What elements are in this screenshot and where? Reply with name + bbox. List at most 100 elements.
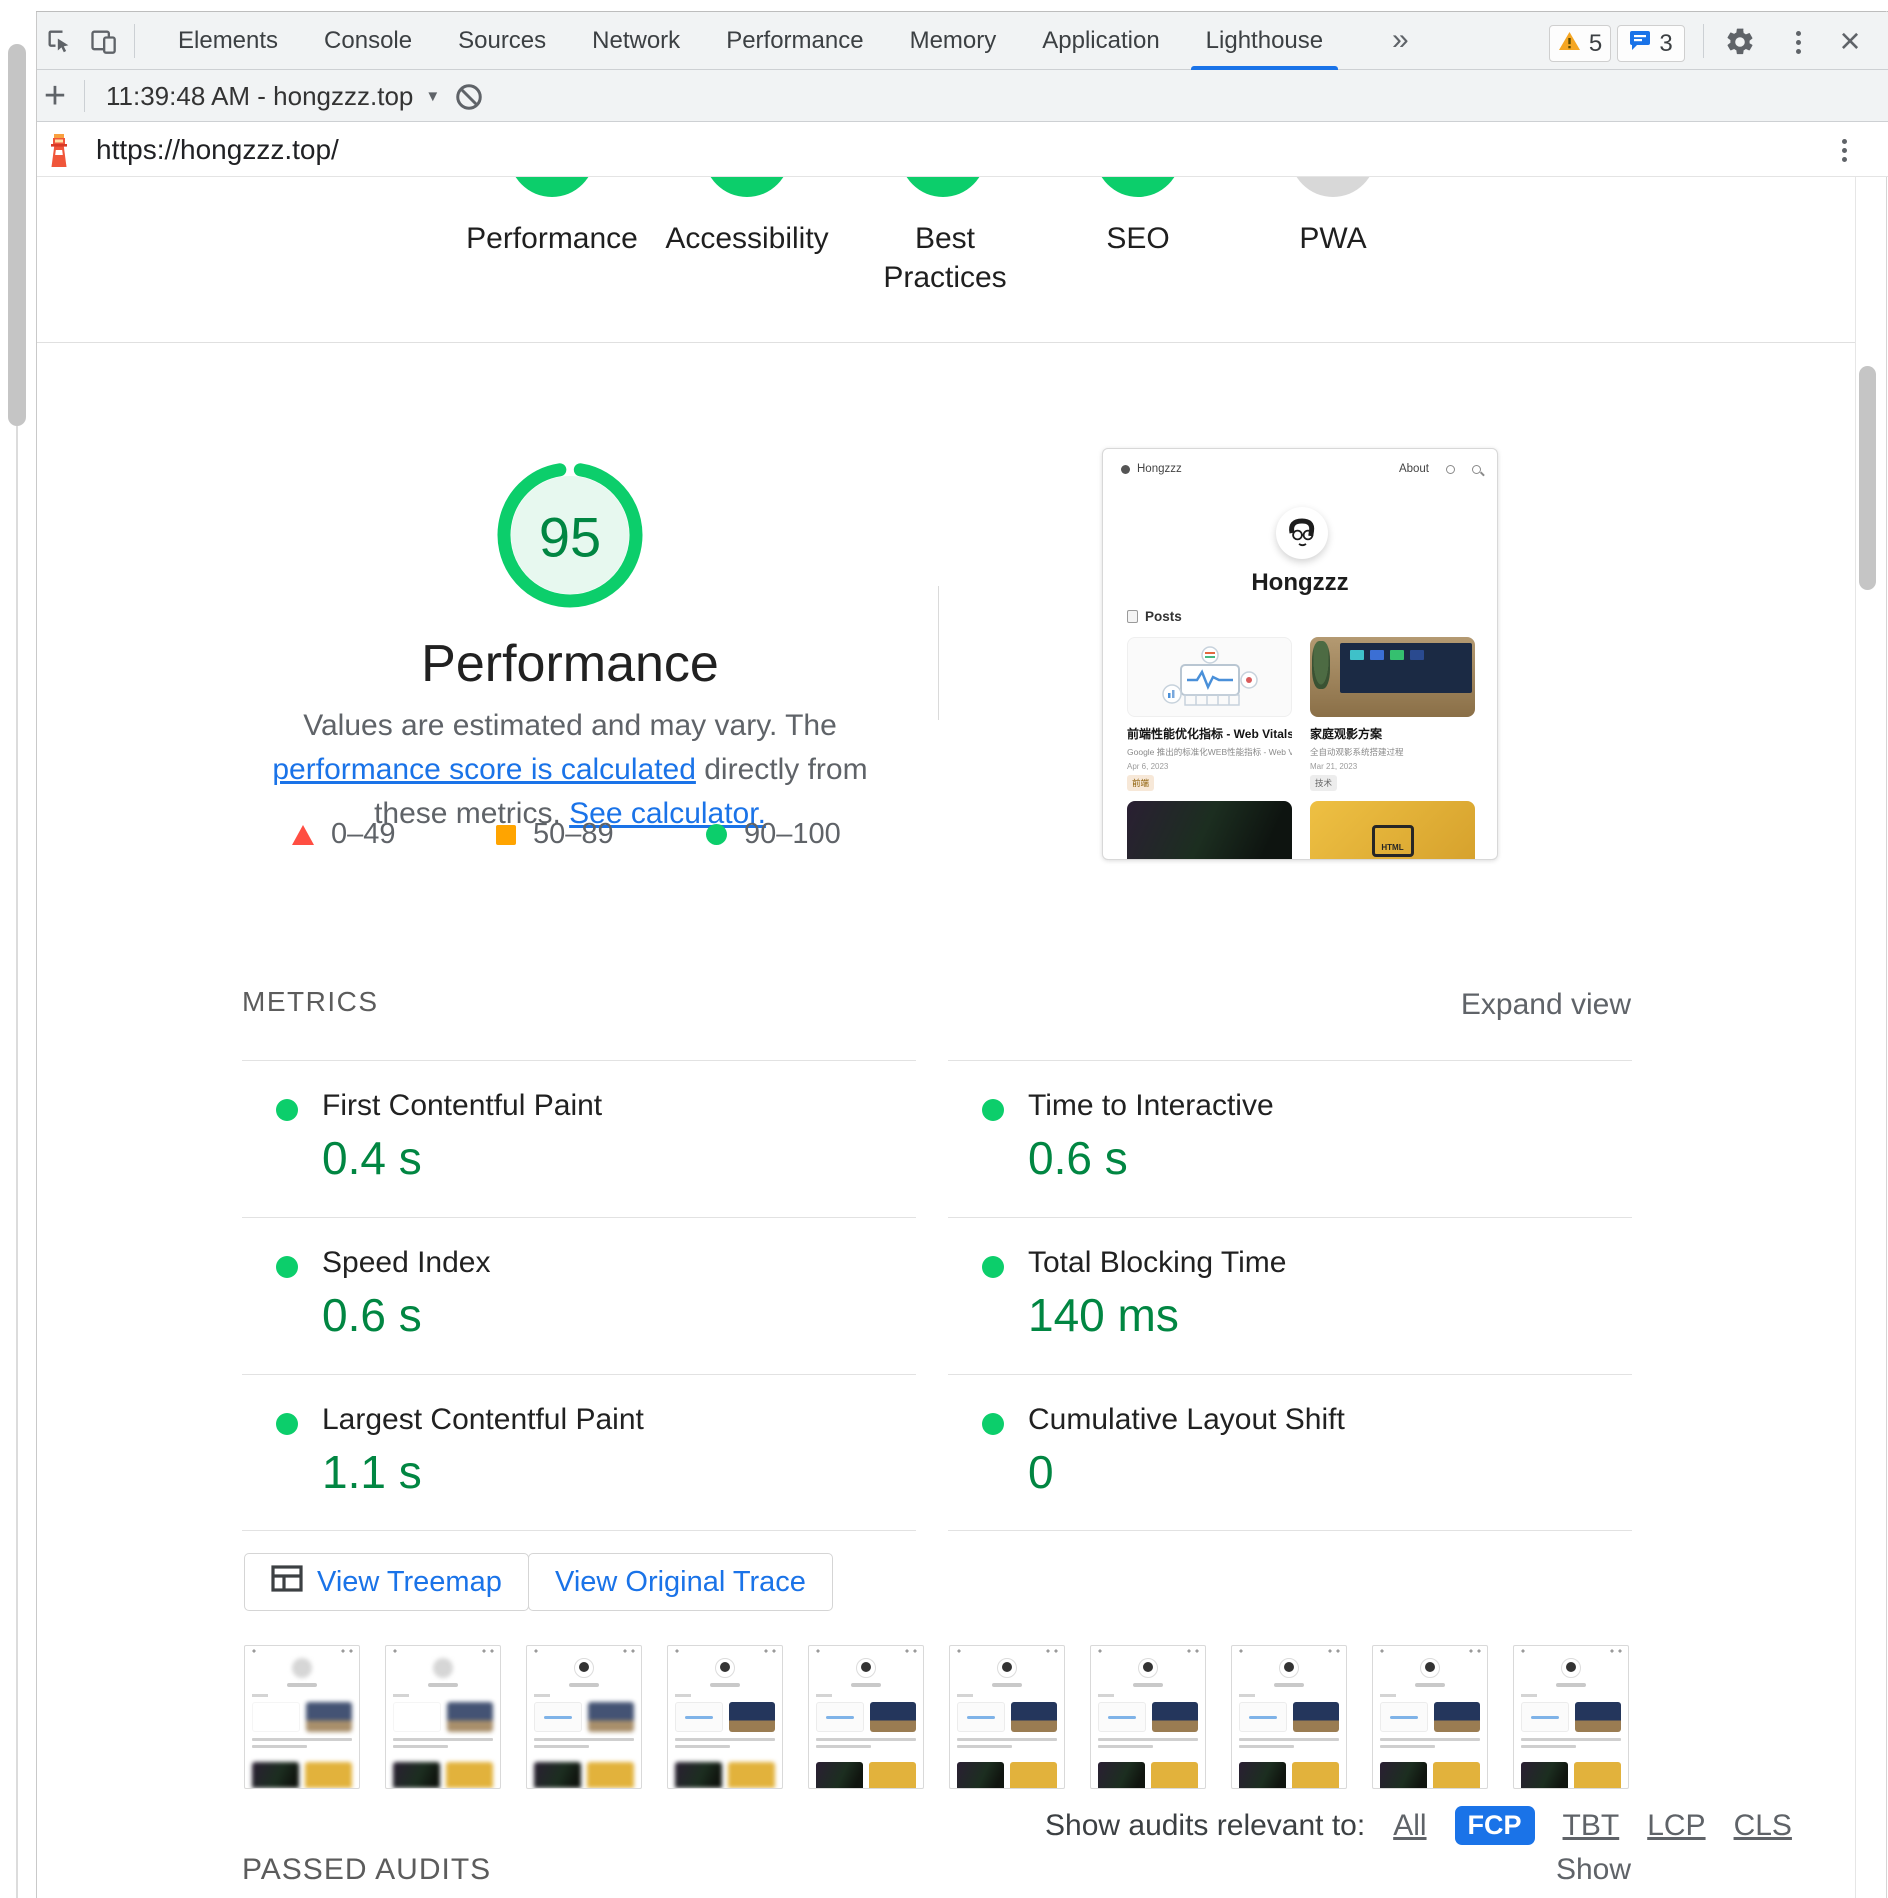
browser-icon: HTML [1372,825,1414,857]
filmstrip-frame [1372,1645,1488,1789]
tab-application[interactable]: Application [1019,12,1182,70]
warning-icon [1558,30,1581,58]
toolbar-separator [84,80,85,112]
expand-view-toggle[interactable]: Expand view [1450,988,1631,1022]
post-subtitle: 全自动观影系统搭建过程 [1310,746,1475,758]
description-text: Values are estimated and may vary. The [303,709,837,742]
more-tabs-icon[interactable]: » [1384,12,1417,70]
best-practices-gauge-arc[interactable] [900,177,986,197]
lighthouse-logo-icon [44,130,74,170]
treemap-icon [271,1565,303,1600]
post-cards: 前端性能优化指标 - Web Vitals Google 推出的标准化WEB性能… [1127,637,1475,791]
category-performance[interactable]: Performance [454,219,650,258]
view-treemap-button[interactable]: View Treemap [244,1553,529,1611]
message-icon [1629,30,1651,58]
post-date: Apr 6, 2023 [1127,762,1292,771]
score-description: Values are estimated and may vary. The p… [250,704,890,836]
url-row-kebab-icon[interactable] [1828,132,1860,168]
seo-gauge-arc[interactable] [1095,177,1181,197]
new-report-plus-icon[interactable]: + [38,72,72,120]
category-accessibility[interactable]: Accessibility [649,219,845,258]
settings-gear-icon[interactable] [1722,24,1758,60]
passed-audits-heading: PASSED AUDITS [242,1853,491,1887]
pass-dot-icon [982,1256,1004,1278]
inspect-element-icon[interactable] [44,26,74,56]
preview-site-header: Hongzzz About [1121,459,1481,479]
category-best-practices[interactable]: Best Practices [862,219,1028,297]
clear-block-icon[interactable] [452,80,486,114]
post-card: 前端性能优化指标 - Web Vitals Google 推出的标准化WEB性能… [1127,637,1292,791]
post-title: 家庭观影方案 [1310,725,1475,742]
more-options-kebab-icon[interactable] [1782,24,1814,60]
profile-name: Hongzzz [1103,569,1497,597]
report-selector-dropdown[interactable]: 11:39:48 AM - hongzzz.top ▼ [106,70,440,122]
site-about-link: About [1399,463,1429,475]
tab-network[interactable]: Network [569,12,703,70]
post-subtitle: Google 推出的标准化WEB性能指标 - Web Vitals 介绍 [1127,746,1292,758]
toolbar-separator [1703,24,1704,58]
issues-badge[interactable]: 3 [1617,25,1685,62]
category-seo[interactable]: SEO [1040,219,1236,258]
post-title: 前端性能优化指标 - Web Vitals [1127,725,1292,742]
audit-filter-bar: Show audits relevant to: All FCP TBT LCP… [1045,1806,1792,1845]
metric-total-blocking-time: Total Blocking Time 140 ms [948,1217,1632,1374]
accessibility-gauge-arc[interactable] [704,177,790,197]
filter-cls[interactable]: CLS [1734,1809,1792,1843]
theme-toggle-icon [1446,465,1455,474]
post-image-yellow: HTML [1310,801,1475,860]
tab-elements[interactable]: Elements [155,12,301,70]
devtools-window: Elements Console Sources Network Perform… [0,0,1888,1898]
tab-sources[interactable]: Sources [435,12,569,70]
pwa-gauge-arc[interactable] [1290,177,1376,197]
filmstrip-frame [667,1645,783,1789]
metric-cumulative-layout-shift: Cumulative Layout Shift 0 [948,1374,1632,1531]
category-pwa[interactable]: PWA [1235,219,1431,258]
pass-dot-icon [276,1256,298,1278]
tab-performance[interactable]: Performance [703,12,886,70]
average-square-icon [496,825,516,845]
document-icon [1127,610,1138,623]
profile-avatar [1276,507,1328,559]
pass-dot-icon [982,1099,1004,1121]
legend-item-pass: 90–100 [706,818,841,851]
legend-item-fail: 0–49 [292,818,396,851]
report-url: https://hongzzz.top/ [96,122,339,177]
calculated-link[interactable]: performance score is calculated [272,753,696,786]
plant-decor [1312,641,1330,689]
post-image-dark [1127,801,1292,860]
warning-count: 5 [1589,30,1602,58]
view-original-trace-button[interactable]: View Original Trace [528,1553,833,1611]
tab-memory[interactable]: Memory [887,12,1020,70]
close-devtools-icon[interactable]: × [1832,22,1868,60]
passed-audits-show-toggle[interactable]: Show [1480,1853,1631,1887]
post-date: Mar 21, 2023 [1310,762,1475,771]
tab-console[interactable]: Console [301,12,435,70]
filter-fcp-active[interactable]: FCP [1455,1806,1535,1845]
posts-heading: Posts [1127,609,1182,624]
post-tag: 前端 [1127,775,1154,791]
warnings-badge[interactable]: 5 [1549,25,1611,62]
device-toolbar-icon[interactable] [88,26,118,56]
performance-gauge-arc[interactable] [509,177,595,197]
pass-dot-icon [276,1413,298,1435]
filter-all[interactable]: All [1393,1809,1426,1843]
report-selector-label: 11:39:48 AM - hongzzz.top [106,81,413,112]
right-scrollbar-thumb[interactable] [1859,366,1876,590]
pass-dot-icon [276,1099,298,1121]
filter-tbt[interactable]: TBT [1563,1809,1620,1843]
chevron-down-icon: ▼ [425,88,440,105]
site-logo-icon [1121,465,1130,474]
metrics-heading: METRICS [242,986,379,1018]
score-section-title: Performance [270,634,870,694]
message-count: 3 [1659,30,1672,58]
post-card-image [1127,637,1292,717]
left-scrollbar-thumb[interactable] [8,44,26,426]
legend-range: 90–100 [744,818,841,851]
metric-first-contentful-paint: First Contentful Paint 0.4 s [242,1060,916,1217]
audit-filter-label: Show audits relevant to: [1045,1809,1365,1843]
filter-lcp[interactable]: LCP [1647,1809,1705,1843]
tab-lighthouse[interactable]: Lighthouse [1183,12,1346,70]
filmstrip-frame [949,1645,1065,1789]
section-divider [938,586,939,720]
categories-row: Performance Accessibility Best Practices… [37,177,1855,343]
